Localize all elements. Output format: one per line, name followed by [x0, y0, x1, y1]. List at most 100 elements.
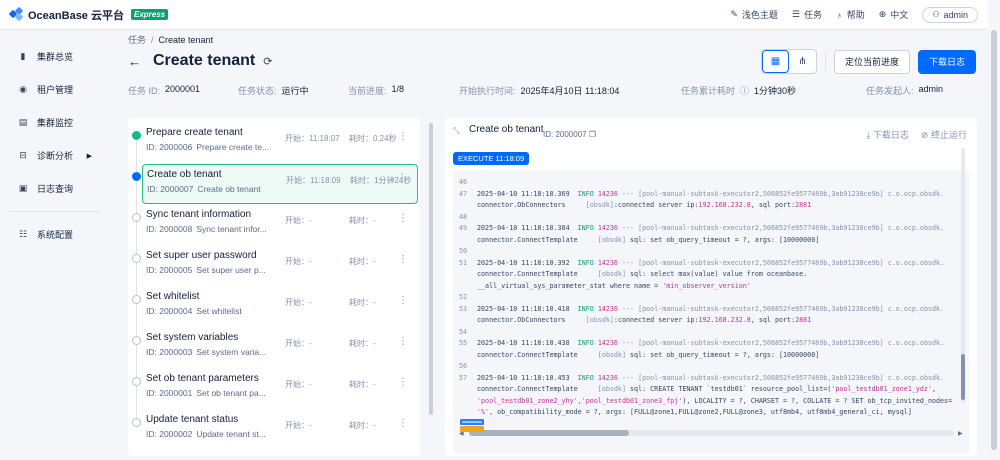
- sidebar-divider: [10, 211, 100, 212]
- tenant-icon: ◉: [19, 84, 27, 94]
- task-row[interactable]: Set ob tenant parameters ID: 2000001 Set o…: [132, 369, 418, 427]
- stop-run-button[interactable]: ⊘ 终止运行: [921, 128, 967, 141]
- sidebar-item-system-config[interactable]: ☷ 系统配置: [0, 218, 110, 251]
- edition-badge: Express: [130, 9, 169, 20]
- task-row[interactable]: Set system variables ID: 2000003 Set syste…: [132, 328, 418, 386]
- scroll-right-icon[interactable]: ▶: [958, 430, 963, 437]
- sidebar-item-diagnosis[interactable]: ⊟ 诊断分析 ▶: [0, 139, 110, 172]
- task-status-dot: [132, 131, 141, 140]
- list-view-button[interactable]: ▦: [761, 50, 789, 73]
- task-cost: 耗时：-: [349, 216, 376, 225]
- detail-id: ID: 2000007 ❐: [543, 130, 596, 139]
- task-card[interactable]: Create ob tenant ID: 2000007 Create ob ten…: [142, 164, 418, 204]
- task-meta: 任务 ID: 2000001 任务状态: 运行中 当前进度: 1/8 开始执行时间: 2…: [128, 84, 978, 97]
- table-icon: ▦: [770, 56, 781, 67]
- header-actions: ▦ ⋔ 定位当前进度 下载日志: [760, 49, 976, 74]
- meta-status: 任务状态: 运行中: [238, 86, 309, 96]
- task-row[interactable]: Prepare create tenant ID: 2000006 Prepare …: [132, 123, 418, 181]
- task-card[interactable]: Set whitelist ID: 2000004 Set whitelist 开始：…: [142, 287, 418, 327]
- logo[interactable]: OceanBase 云平台 Express: [8, 6, 169, 23]
- more-vertical-icon[interactable]: ⋮: [398, 295, 408, 306]
- more-vertical-icon[interactable]: ⋮: [398, 336, 408, 347]
- more-vertical-icon[interactable]: ⋮: [398, 254, 408, 265]
- task-card[interactable]: Set system variables ID: 2000003 Set syste…: [142, 328, 418, 368]
- sidebar-item-tenant-management[interactable]: ◉ 租户管理: [0, 73, 110, 106]
- more-vertical-icon[interactable]: ⋮: [398, 131, 408, 142]
- monitor-icon: ▤: [18, 117, 28, 127]
- mascot-icon: [460, 419, 484, 432]
- execute-badge[interactable]: EXECUTE 11:18:09: [453, 152, 530, 165]
- page-header: ← Create tenant ⟳: [128, 52, 272, 70]
- task-card[interactable]: Set ob tenant parameters ID: 2000001 Set o…: [142, 369, 418, 409]
- page-title: Create tenant: [153, 52, 256, 69]
- meta-task-id: 任务 ID: 2000001: [128, 84, 201, 96]
- stop-icon: ⊘: [920, 130, 929, 140]
- task-card[interactable]: Set super user password ID: 2000005 Set su…: [142, 246, 418, 286]
- task-card[interactable]: Sync tenant information ID: 2000008 Sync t…: [142, 205, 418, 245]
- log-viewer[interactable]: 46 47 2025-04-10 11:18:10.369 INFO 14236 …: [453, 170, 969, 454]
- expand-icon[interactable]: ⤡: [453, 126, 459, 136]
- meta-start-time: 开始执行时间: 2025年4月10日 11:18:04: [459, 86, 620, 96]
- page-scrollbar[interactable]: [991, 30, 997, 450]
- more-vertical-icon[interactable]: ⋮: [398, 418, 408, 429]
- task-row[interactable]: Create ob tenant ID: 2000007 Create ob ten…: [132, 164, 418, 222]
- app-name: OceanBase 云平台: [28, 9, 124, 22]
- task-status-dot: [132, 172, 141, 181]
- more-vertical-icon[interactable]: ⋮: [398, 213, 408, 224]
- refresh-icon[interactable]: ⟳: [263, 55, 272, 68]
- tasks-label: 任务: [803, 10, 822, 20]
- task-subtitle: ID: 2000002 Update tenant st...: [146, 429, 266, 439]
- download-log-button[interactable]: 下载日志: [917, 49, 976, 74]
- sidebar-item-label: 集群总览: [37, 52, 74, 62]
- back-arrow-icon[interactable]: ←: [128, 54, 141, 69]
- task-subtitle: ID: 2000001 Set ob tenant pa...: [146, 388, 266, 398]
- paint-brush-icon: ✎: [730, 9, 738, 19]
- list-icon: ☰: [791, 9, 800, 19]
- language-label: 中文: [890, 10, 909, 20]
- detail-download-button[interactable]: ⤓ 下载日志: [866, 128, 909, 141]
- log-horizontal-scrollbar[interactable]: [469, 430, 954, 436]
- sidebar-item-log-query[interactable]: ▣ 日志查询: [0, 172, 110, 205]
- task-card[interactable]: Prepare create tenant ID: 2000006 Prepare …: [142, 123, 418, 163]
- task-status-dot: [132, 254, 141, 263]
- task-list-scrollbar[interactable]: [429, 123, 433, 415]
- tree-view-button[interactable]: ⋔: [789, 50, 816, 73]
- view-switch: ▦ ⋔: [760, 49, 817, 74]
- download-icon: ⤓: [866, 130, 871, 140]
- task-start: 开始：-: [285, 257, 312, 266]
- tasks-link[interactable]: ☰ 任务: [792, 8, 822, 21]
- log-vertical-scrollbar[interactable]: [961, 148, 965, 403]
- task-cost: 耗时：-: [349, 421, 376, 430]
- task-row[interactable]: Update tenant status ID: 2000002 Update te…: [132, 413, 418, 453]
- bar-chart-icon: ▮: [20, 51, 26, 61]
- more-vertical-icon[interactable]: ⋮: [397, 173, 407, 184]
- breadcrumb-parent[interactable]: 任务: [128, 35, 146, 45]
- task-subtitle: ID: 2000008 Sync tenant infor...: [146, 224, 267, 234]
- help-link[interactable]: ♁ 帮助: [836, 8, 865, 21]
- help-circle-icon[interactable]: ⓘ: [740, 84, 749, 97]
- sidebar-item-cluster-monitor[interactable]: ▤ 集群监控: [0, 106, 110, 139]
- log-text: 46 47 2025-04-10 11:18:10.369 INFO 14236 …: [459, 178, 953, 416]
- task-row[interactable]: Set whitelist ID: 2000004 Set whitelist 开始：…: [132, 287, 418, 345]
- user-icon: ⚇: [932, 10, 940, 19]
- user-menu[interactable]: ⚇ admin: [922, 6, 978, 23]
- locate-progress-button[interactable]: 定位当前进度: [833, 49, 910, 74]
- breadcrumb: 任务 / Create tenant: [128, 35, 214, 45]
- theme-toggle[interactable]: ✎ 浅色主题: [730, 8, 778, 21]
- task-start: 开始：-: [285, 298, 312, 307]
- task-row[interactable]: Sync tenant information ID: 2000008 Sync t…: [132, 205, 418, 263]
- sidebar-item-cluster-overview[interactable]: ▮ 集群总览: [0, 40, 110, 73]
- task-row[interactable]: Set super user password ID: 2000005 Set su…: [132, 246, 418, 304]
- more-vertical-icon[interactable]: ⋮: [398, 377, 408, 388]
- sidebar-item-label: 集群监控: [37, 118, 74, 128]
- task-subtitle: ID: 2000006 Prepare create te...: [146, 142, 270, 152]
- language-switch[interactable]: ⊕ 中文: [879, 8, 909, 21]
- copy-icon[interactable]: ❐: [589, 130, 596, 139]
- theme-label: 浅色主题: [741, 10, 778, 20]
- task-card[interactable]: Update tenant status ID: 2000002 Update te…: [142, 410, 418, 450]
- task-start: 开始：11:18:09: [286, 176, 341, 185]
- task-status-dot: [132, 213, 141, 222]
- main-content: 任务 / Create tenant ← Create tenant ⟳ ▦ ⋔ 定…: [110, 30, 988, 460]
- task-start: 开始：11:18:07: [285, 134, 340, 143]
- task-cost: 耗时：-: [349, 380, 376, 389]
